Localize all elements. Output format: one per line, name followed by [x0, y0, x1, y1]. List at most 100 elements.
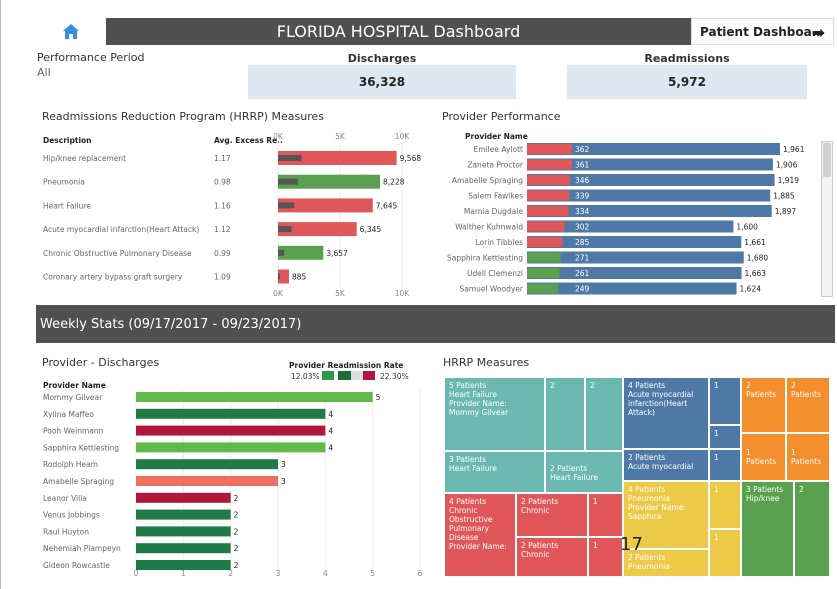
provider-name: Emilee Aylott	[474, 145, 523, 154]
treemap-cell[interactable]: 5 Patients Heart Failure Provider Name: …	[444, 377, 545, 451]
discharge-label: 2	[234, 561, 239, 570]
performance-period-value[interactable]: All	[37, 66, 51, 79]
discharge-bar	[136, 560, 231, 570]
hrrp-inner-bar	[278, 249, 285, 256]
discharge-label: 1,680	[747, 254, 769, 263]
treemap-cell[interactable]: 1 Patients	[786, 433, 830, 481]
discharge-label: 1,961	[783, 145, 805, 154]
hrrp-inner-bar	[278, 226, 292, 233]
axis-tick-label: 2	[228, 569, 233, 578]
readmission-label: 271	[575, 254, 590, 263]
readmission-bar	[527, 237, 563, 247]
home-button[interactable]	[36, 18, 106, 45]
discharge-label: 3	[281, 477, 286, 486]
treemap-cell[interactable]: 1	[709, 481, 741, 529]
dashboard-title: FLORIDA HOSPITAL Dashboard	[106, 18, 691, 45]
treemap-cell[interactable]: 1	[709, 529, 741, 577]
hrrp-row-description: Pneumonia	[43, 178, 85, 187]
discharge-label: 4	[328, 443, 333, 452]
treemap-cell[interactable]: 1 Patients	[741, 433, 786, 481]
treemap-cell[interactable]: 2 Patients Heart Failure	[545, 451, 623, 493]
treemap-cell[interactable]: 1	[709, 425, 741, 449]
provider-name: Mommy Gilvear	[43, 393, 103, 402]
provider-name: Leanor Villa	[43, 494, 87, 503]
weekly-stats-banner: Weekly Stats (09/17/2017 - 09/23/2017)	[36, 305, 835, 343]
provider-name: Samuel Woodyer	[459, 285, 523, 294]
hrrp-row-description: Chronic Obstructive Pulmonary Disease	[43, 249, 192, 258]
discharge-label: 1,624	[740, 285, 762, 294]
readmission-bar	[527, 159, 572, 170]
treemap-cell[interactable]: 1	[588, 537, 623, 577]
treemap-cell[interactable]: 4 Patients Acute myocardial infarction(H…	[623, 377, 709, 449]
provider-name: Udell Clemenzi	[467, 269, 523, 278]
scrollbar-thumb[interactable]	[823, 143, 831, 177]
treemap-cell[interactable]: 2 Patients	[786, 377, 830, 433]
discharge-bar	[136, 459, 278, 470]
treemap-cell[interactable]: 1	[709, 449, 741, 481]
hrrp-bar-chart: 0K 0K 5K 5K 10K 10K Hip/knee replacement 1.17 9,…	[43, 132, 421, 298]
arrow-right-icon: ➡	[811, 23, 825, 42]
discharge-label: 4	[328, 410, 333, 419]
readmission-label: 361	[575, 161, 590, 170]
axis-tick-label: 6	[418, 569, 423, 578]
readmission-bar	[527, 190, 570, 201]
patient-dashboard-label: Patient Dashboa..	[700, 24, 821, 39]
readmission-label: 362	[575, 145, 590, 154]
discharge-label: 4	[328, 427, 333, 436]
readmission-label: 339	[575, 192, 590, 201]
treemap-cell[interactable]: 1	[588, 493, 623, 537]
readmission-bar	[527, 144, 572, 154]
patient-dashboard-button[interactable]: Patient Dashboa.. ➡	[691, 18, 834, 45]
discharge-label: 1,897	[775, 207, 797, 216]
discharge-label: 1,663	[745, 269, 767, 278]
axis-tick-label: 5	[370, 569, 375, 578]
readmissions-label: Readmissions	[644, 52, 730, 65]
treemap-cell[interactable]: 3 Patients Heart Failure	[444, 451, 545, 493]
readmission-bar	[527, 268, 560, 278]
readmission-bar	[527, 206, 569, 216]
provider-discharges-chart: 0 1 2 3 4 5 6 Mommy Gilvear 5 Xylina Maffeo 4 Pooh …	[43, 390, 423, 578]
readmission-bar	[527, 252, 561, 263]
provider-name: Sapphira Kettlesting	[447, 254, 523, 263]
treemap-cell[interactable]: 2 Patients	[741, 377, 786, 433]
axis-tick-label: 0K	[273, 132, 284, 141]
axis-tick-label: 0K	[273, 289, 284, 298]
treemap-cell[interactable]: 2	[794, 481, 830, 577]
readmission-bar	[527, 221, 565, 232]
hrrp-row-description: Hip/knee replacement	[43, 154, 126, 163]
discharge-bar	[136, 476, 278, 486]
discharge-bar	[136, 425, 326, 436]
axis-tick-label: 5K	[335, 289, 346, 298]
readmissions-value: 5,972	[567, 65, 807, 99]
discharge-bar	[136, 543, 231, 554]
discharge-label: 2	[234, 527, 239, 536]
treemap-overlay-number: 17	[620, 534, 643, 555]
treemap-cell[interactable]: 2 Patients Acute myocardial	[623, 449, 709, 481]
treemap-cell[interactable]: 2	[545, 377, 585, 451]
hrrp-row-description: Heart Failure	[43, 201, 91, 210]
treemap-cell[interactable]: 2	[585, 377, 623, 451]
provider-name: Pooh Weinmann	[43, 427, 104, 436]
treemap-cell[interactable]: 2 Patients Chronic	[516, 537, 588, 577]
hrrp-row-description: Acute myocardial infarction(Heart Attack…	[43, 225, 199, 234]
hrrp-bar-label: 3,657	[326, 249, 348, 258]
provider-name: Amabelle Spraging	[43, 477, 114, 486]
discharge-label: 2	[234, 494, 239, 503]
provider-perf-scrollbar[interactable]	[821, 141, 833, 297]
discharge-bar	[136, 392, 373, 402]
provider-name: Rodolph Heam	[43, 460, 98, 469]
readmission-label: 249	[575, 285, 590, 294]
hrrp-inner-bar	[278, 178, 298, 185]
hrrp-bar	[278, 245, 324, 260]
treemap-cell[interactable]: 4 Patients Chronic Obstructive Pulmonary…	[444, 493, 516, 577]
treemap-cell[interactable]: 3 Patients Hip/knee	[741, 481, 794, 577]
readmission-label: 334	[575, 207, 590, 216]
discharge-label: 1,919	[778, 176, 800, 185]
hrrp-bar-label: 6,345	[360, 225, 382, 234]
discharge-label: 1,600	[736, 223, 758, 232]
hrrp-row-excess: 1.09	[214, 273, 231, 282]
treemap-cell[interactable]: 2 Patients Chronic	[516, 493, 588, 537]
treemap-cell[interactable]: 1	[709, 377, 741, 425]
discharge-bar	[136, 408, 326, 419]
performance-period-label: Performance Period	[37, 51, 145, 64]
